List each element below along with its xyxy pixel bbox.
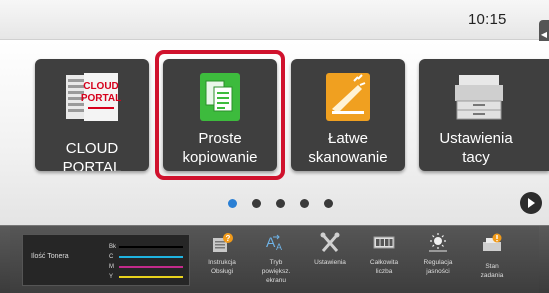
status-bar: 10:15 <box>0 0 549 40</box>
tile-label: Łatwe skanowanie <box>308 130 388 166</box>
toner-row-y: Y <box>109 273 185 281</box>
job-status-button[interactable]: Stan zadania <box>466 232 518 292</box>
function-bar: Ilość Tonera Bk C M Y ? Instrukcja Obsłu… <box>0 225 549 293</box>
user-manual-button[interactable]: ? Instrukcja Obsługi <box>196 232 248 292</box>
tile-label: Proste kopiowanie <box>182 130 258 166</box>
toner-bar-m <box>119 266 183 268</box>
brightness-icon <box>429 233 447 252</box>
cloud-portal-icon: CLOUD PORTAL <box>66 73 121 121</box>
settings-button[interactable]: Ustawienia <box>304 232 356 292</box>
printer-tray-icon <box>455 75 503 120</box>
page-dot-4[interactable] <box>300 199 309 208</box>
svg-text:A: A <box>266 234 276 250</box>
screen-magnify-button[interactable]: A A Tryb powiększ. ekranu <box>250 232 302 292</box>
chevron-right-icon <box>528 198 535 208</box>
svg-text:A: A <box>276 242 282 252</box>
page-dot-5[interactable] <box>324 199 333 208</box>
svg-text:CLOUD: CLOUD <box>83 81 119 92</box>
page-dot-2[interactable] <box>252 199 261 208</box>
copy-icon <box>200 73 240 121</box>
clock: 10:15 <box>468 11 507 28</box>
toner-bar-y <box>119 276 183 278</box>
svg-text:PORTAL: PORTAL <box>81 93 121 104</box>
tile-tray-settings[interactable]: Ustawienia tacy <box>419 59 549 171</box>
home-tiles-area: CLOUD PORTAL CLOUD PORTAL Proste kopiowa… <box>0 41 549 225</box>
text-enlarge-icon: A A <box>266 234 282 252</box>
svg-text:?: ? <box>226 234 231 243</box>
function-bar-inner: Ilość Tonera Bk C M Y ? Instrukcja Obsłu… <box>10 226 539 293</box>
toner-row-c: C <box>109 253 185 261</box>
total-count-button[interactable]: Całkowita liczba <box>358 232 410 292</box>
toner-bar-bk <box>119 246 183 248</box>
tile-label: Ustawienia tacy <box>439 130 513 166</box>
toner-level-panel[interactable]: Ilość Tonera Bk C M Y <box>22 234 190 286</box>
brightness-button[interactable]: Regulacja jasności <box>412 232 464 292</box>
toner-row-bk: Bk <box>109 243 185 251</box>
scanner-icon <box>326 73 370 121</box>
job-status-icon <box>483 233 502 251</box>
toner-label: Ilość Tonera <box>31 253 69 260</box>
tile-easy-copy[interactable]: Proste kopiowanie <box>163 59 277 171</box>
page-dot-1[interactable] <box>228 199 237 208</box>
manual-icon: ? <box>213 233 233 252</box>
home-screen: 10:15 ◀ CLOUD PORTAL CLOUD PORTAL Proste… <box>0 0 549 293</box>
tile-label: CLOUD PORTAL <box>62 140 122 171</box>
tile-easy-scan[interactable]: Łatwe skanowanie <box>291 59 405 171</box>
tile-cloud-portal[interactable]: CLOUD PORTAL CLOUD PORTAL <box>35 59 149 171</box>
toner-row-m: M <box>109 263 185 271</box>
next-page-button[interactable] <box>520 192 542 214</box>
toner-bar-c <box>119 256 183 258</box>
tools-icon <box>320 232 340 252</box>
counter-icon <box>373 236 395 249</box>
page-dot-3[interactable] <box>276 199 285 208</box>
